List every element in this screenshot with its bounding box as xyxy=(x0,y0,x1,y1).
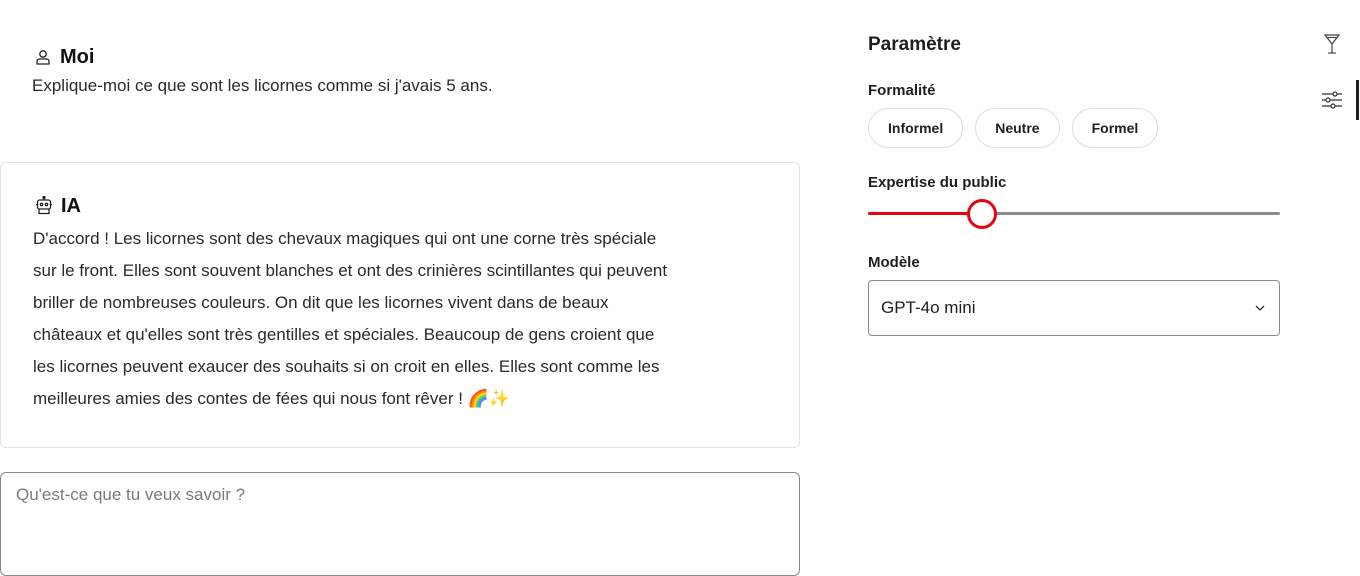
ai-author: IA xyxy=(61,194,81,217)
settings-panel: Paramètre Formalité Informel Neutre Form… xyxy=(868,0,1280,576)
slider-thumb[interactable] xyxy=(967,199,997,229)
formality-options: Informel Neutre Formel xyxy=(868,108,1159,148)
model-label: Modèle xyxy=(868,254,920,271)
cocktail-icon[interactable] xyxy=(1320,32,1344,56)
ai-message-line: châteaux et qu'elles sont très gentilles… xyxy=(33,325,655,344)
audience-expertise-slider[interactable] xyxy=(868,198,1280,230)
right-rail xyxy=(1300,0,1360,576)
formality-neutral-button[interactable]: Neutre xyxy=(975,108,1060,148)
slider-fill xyxy=(868,212,982,215)
chat-area: Moi Explique-moi ce que sont les licorne… xyxy=(0,0,800,576)
ai-message: IA D'accord ! Les licornes sont des chev… xyxy=(0,162,800,448)
formality-formal-button[interactable]: Formel xyxy=(1071,108,1159,148)
model-select[interactable]: GPT-4o mini xyxy=(868,280,1280,336)
ai-message-header: IA xyxy=(33,193,767,219)
user-message-header: Moi xyxy=(32,44,772,70)
robot-icon xyxy=(33,195,55,217)
settings-title: Paramètre xyxy=(868,34,961,55)
chevron-down-icon xyxy=(1253,301,1267,315)
settings-sliders-icon[interactable] xyxy=(1320,88,1344,112)
question-input-box xyxy=(0,472,800,576)
active-indicator xyxy=(1356,80,1359,120)
user-message-text: Explique-moi ce que sont les licornes co… xyxy=(32,76,493,95)
ai-message-line: sur le front. Elles sont souvent blanche… xyxy=(33,261,668,280)
ai-message-line: les licornes peuvent exaucer des souhait… xyxy=(33,357,660,376)
user-icon xyxy=(32,46,54,68)
user-author: Moi xyxy=(60,45,95,68)
ai-message-line: meilleures amies des contes de fées qui … xyxy=(33,389,511,408)
question-input[interactable] xyxy=(16,485,784,563)
ai-message-text: D'accord ! Les licornes sont des chevaux… xyxy=(33,223,773,415)
formality-informal-button[interactable]: Informel xyxy=(868,108,964,148)
formality-label: Formalité xyxy=(868,82,936,99)
ai-message-line: briller de nombreuses couleurs. On dit q… xyxy=(33,293,609,312)
audience-expertise-label: Expertise du public xyxy=(868,174,1007,191)
ai-message-line: D'accord ! Les licornes sont des chevaux… xyxy=(33,229,657,248)
model-selected-value: GPT-4o mini xyxy=(881,298,976,317)
user-message: Moi Explique-moi ce que sont les licorne… xyxy=(32,44,772,100)
